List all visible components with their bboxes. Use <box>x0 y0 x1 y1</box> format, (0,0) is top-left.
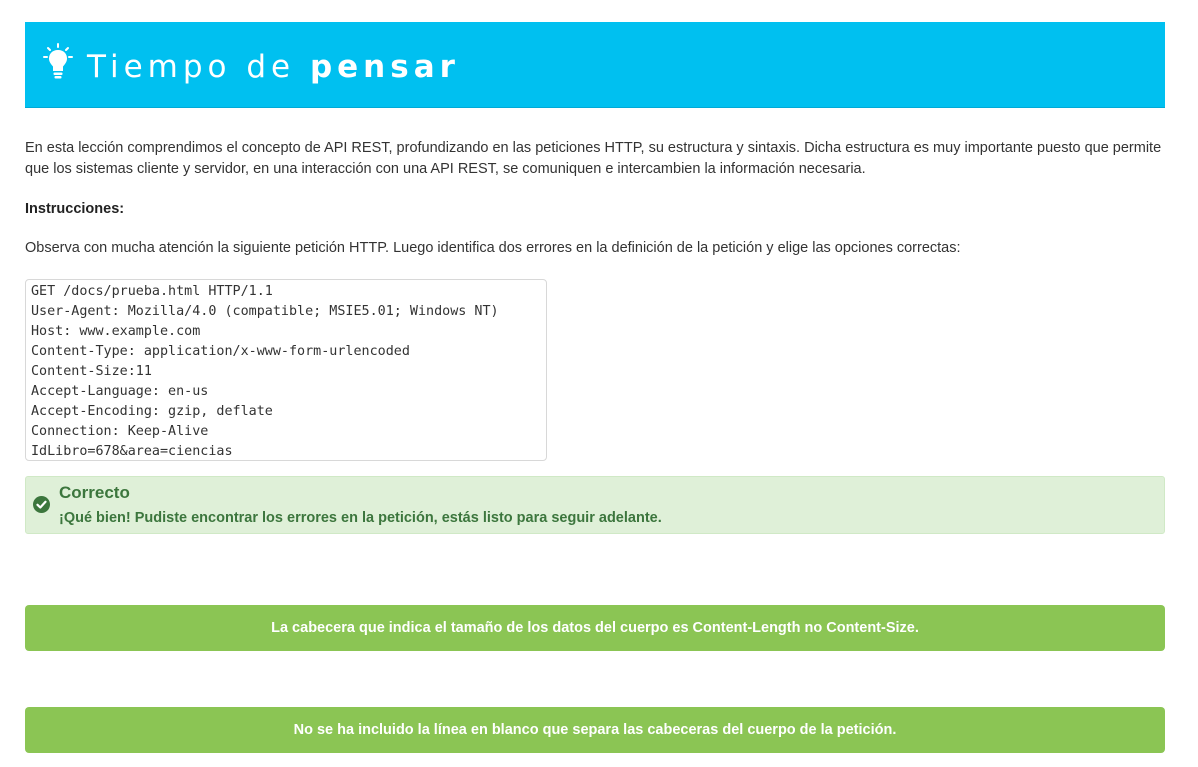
http-request-code-block: GET /docs/prueba.html HTTP/1.1 User-Agen… <box>25 279 547 461</box>
alert-title: Correcto <box>59 483 130 502</box>
header-banner: Tiempo de pensar <box>25 22 1165 108</box>
code-line: GET /docs/prueba.html HTTP/1.1 <box>31 284 273 299</box>
answer-option-button[interactable]: No se ha incluido la línea en blanco que… <box>25 707 1165 753</box>
code-line: Accept-Encoding: gzip, deflate <box>31 404 273 419</box>
page-title: Tiempo de pensar <box>87 47 460 87</box>
code-line: IdLibro=678&area=ciencias <box>31 444 233 459</box>
title-bold: pensar <box>309 49 460 85</box>
check-circle-icon <box>33 496 50 513</box>
code-line: Content-Type: application/x-www-form-url… <box>31 344 410 359</box>
page: Tiempo de pensar En esta lección compren… <box>0 0 1198 767</box>
alert-message: ¡Qué bien! Pudiste encontrar los errores… <box>59 510 662 526</box>
code-line: Content-Size:11 <box>31 364 152 379</box>
code-line: Host: www.example.com <box>31 324 201 339</box>
code-line: Accept-Language: en-us <box>31 384 209 399</box>
success-alert: Correcto ¡Qué bien! Pudiste encontrar lo… <box>25 476 1165 534</box>
instructions-text: Observa con mucha atención la siguiente … <box>25 240 961 256</box>
code-line: User-Agent: Mozilla/4.0 (compatible; MSI… <box>31 304 499 319</box>
code-line: Connection: Keep-Alive <box>31 424 209 439</box>
intro-paragraph: En esta lección comprendimos el concepto… <box>25 140 1162 177</box>
answer-option-button[interactable]: La cabecera que indica el tamaño de los … <box>25 605 1165 651</box>
instructions-heading: Instrucciones: <box>25 201 125 217</box>
title-light: Tiempo de <box>87 49 310 85</box>
lightbulb-icon <box>43 43 73 79</box>
